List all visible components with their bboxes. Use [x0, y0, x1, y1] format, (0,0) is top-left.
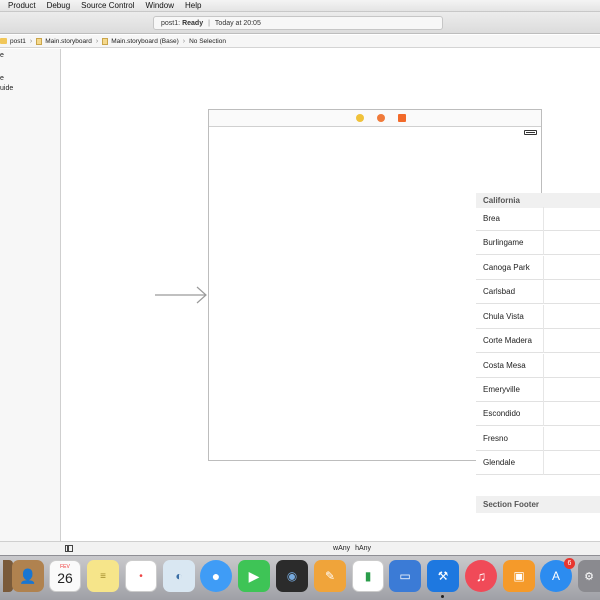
folder-icon — [0, 38, 7, 44]
breadcrumb-storyboard-base[interactable]: Main.storyboard (Base) — [102, 37, 179, 45]
storyboard-file-icon — [102, 37, 109, 45]
cell-divider — [543, 354, 544, 378]
cell-divider — [543, 280, 544, 304]
table-row[interactable]: Corte Madera — [476, 329, 600, 353]
menu-help[interactable]: Help — [185, 1, 201, 10]
show-outline-icon[interactable] — [65, 545, 73, 552]
row-label: Carlsbad — [483, 287, 516, 296]
row-label: Emeryville — [483, 385, 520, 394]
row-label: Fresno — [483, 434, 508, 443]
activity-project: post1: — [161, 19, 181, 27]
contacts-icon[interactable]: 👤 — [12, 560, 44, 592]
cell-divider — [543, 378, 544, 402]
pages-icon[interactable]: ✎ — [314, 560, 346, 592]
activity-viewer: post1: Ready | Today at 20:05 — [153, 16, 443, 30]
table-row[interactable]: Carlsbad — [476, 280, 600, 304]
cell-divider — [543, 427, 544, 451]
cell-divider — [543, 402, 544, 426]
outline-item[interactable]: e — [0, 52, 4, 59]
first-responder-icon[interactable] — [377, 114, 385, 122]
photo-booth-icon[interactable]: ◉ — [276, 560, 308, 592]
breadcrumb-storyboard[interactable]: Main.storyboard — [36, 37, 92, 45]
toolbar: post1: Ready | Today at 20:05 — [0, 12, 600, 34]
cell-divider — [543, 231, 544, 255]
app-store-icon[interactable]: A 6 — [540, 558, 575, 592]
section-footer: Section Footer — [476, 496, 600, 513]
breadcrumb-selection[interactable]: No Selection — [189, 38, 226, 45]
height-class-value: Any — [358, 545, 372, 552]
activity-time: Today at 20:05 — [214, 19, 261, 27]
breadcrumb-label: Main.storyboard (Base) — [111, 37, 179, 45]
facetime-icon[interactable]: ▶ — [238, 560, 270, 592]
calendar-day: 26 — [57, 570, 73, 586]
system-preferences-icon[interactable]: ⚙ — [578, 560, 600, 592]
outline-item[interactable]: e — [0, 75, 4, 82]
breadcrumb-label: No Selection — [189, 37, 226, 45]
exit-icon[interactable] — [398, 114, 406, 122]
menu-bar: Product Debug Source Control Window Help — [0, 0, 600, 12]
table-row[interactable]: Emeryville — [476, 378, 600, 402]
row-label: Brea — [483, 214, 500, 223]
table-row[interactable]: Burlingame — [476, 231, 600, 255]
cell-divider — [543, 256, 544, 280]
activity-status: Ready — [182, 19, 204, 27]
battery-icon — [524, 130, 537, 135]
table-row[interactable]: Brea — [476, 207, 600, 231]
storyboard-file-icon — [36, 37, 43, 45]
chevron-right-icon: › — [95, 37, 99, 45]
preview-icon[interactable]: ◐ — [163, 560, 195, 592]
outline-item[interactable]: uide — [0, 85, 13, 92]
table-row[interactable]: Canoga Park — [476, 256, 600, 280]
table-row[interactable]: Glendale — [476, 451, 600, 475]
cell-divider — [543, 329, 544, 353]
jump-bar: post1 › Main.storyboard › Main.storyboar… — [0, 35, 600, 48]
itunes-icon[interactable]: ♫ — [465, 560, 497, 592]
xcode-icon[interactable]: ⚒ — [427, 560, 459, 598]
table-row[interactable]: Fresno — [476, 427, 600, 451]
table-row[interactable]: Chula Vista — [476, 305, 600, 329]
messages-icon[interactable]: ● — [200, 560, 232, 592]
table-row[interactable]: Costa Mesa — [476, 354, 600, 378]
document-outline: e e uide — [0, 49, 61, 555]
view-controller-icon[interactable] — [356, 114, 364, 122]
running-indicator-icon — [441, 595, 444, 598]
breadcrumb-label: Main.storyboard — [45, 37, 92, 45]
menu-product[interactable]: Product — [8, 1, 36, 10]
row-label: Corte Madera — [483, 336, 532, 345]
cell-divider — [543, 207, 544, 231]
breadcrumb-label: post1 — [10, 37, 26, 45]
initial-view-controller-arrow[interactable] — [155, 285, 209, 305]
section-header: California — [476, 193, 600, 208]
cell-divider — [543, 305, 544, 329]
dock: 👤 FEV 26 ≡ • ◐ ● ▶ ◉ ✎ ▮ ▭ ⚒ ♫ ▣ A 6 ⚙ — [0, 555, 600, 600]
row-label: Burlingame — [483, 238, 524, 247]
notes-icon[interactable]: ≡ — [87, 560, 119, 592]
chevron-right-icon: › — [29, 37, 33, 45]
breadcrumb-project[interactable]: post1 — [0, 38, 26, 45]
row-label: Canoga Park — [483, 263, 530, 272]
menu-source-control[interactable]: Source Control — [81, 1, 134, 10]
width-class-value: Any — [338, 545, 351, 552]
row-label: Chula Vista — [483, 312, 524, 321]
calendar-icon[interactable]: FEV 26 — [49, 560, 81, 592]
menu-debug[interactable]: Debug — [47, 1, 71, 10]
numbers-icon[interactable]: ▮ — [352, 560, 384, 592]
chevron-right-icon: › — [182, 37, 186, 45]
table-view[interactable]: California Brea Burlingame Canoga Park C… — [476, 193, 600, 513]
ibooks-icon[interactable]: ▣ — [503, 560, 535, 592]
row-label: Costa Mesa — [483, 361, 526, 370]
keynote-icon[interactable]: ▭ — [389, 560, 421, 592]
canvas-bottom-bar: wAny hAny — [0, 541, 600, 555]
size-class-control[interactable]: wAny hAny — [333, 545, 371, 552]
screen: Product Debug Source Control Window Help… — [0, 0, 600, 600]
notification-badge: 6 — [564, 558, 575, 569]
activity-separator: | — [208, 19, 210, 27]
table-row[interactable]: Escondido — [476, 402, 600, 426]
row-label: Escondido — [483, 409, 521, 418]
row-label: Glendale — [483, 458, 516, 467]
menu-window[interactable]: Window — [146, 1, 174, 10]
reminders-icon[interactable]: • — [125, 560, 157, 592]
scene-dock — [209, 110, 541, 127]
cell-divider — [543, 451, 544, 475]
